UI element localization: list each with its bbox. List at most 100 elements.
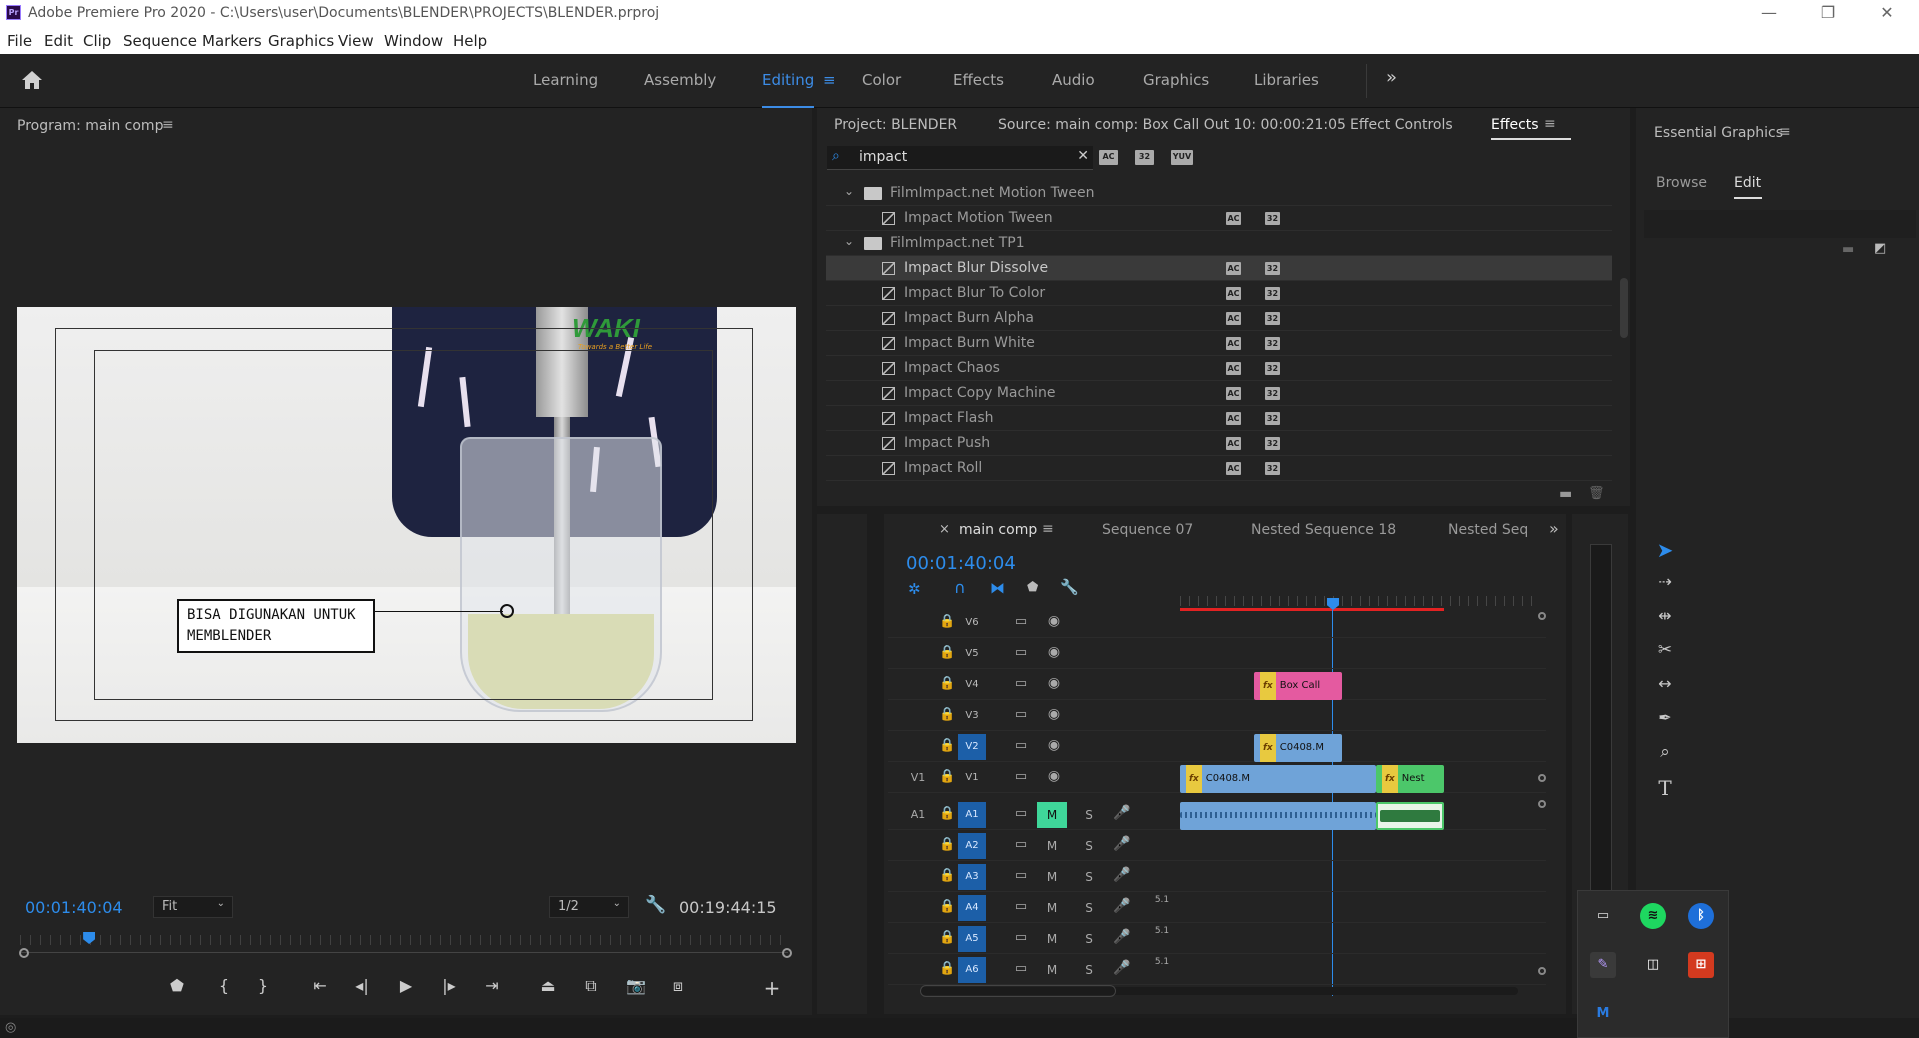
sync-lock-icon[interactable]: ▭ <box>1012 676 1030 691</box>
button-editor-add-icon[interactable]: + <box>760 976 784 1000</box>
lock-icon[interactable]: 🔒 <box>939 961 955 976</box>
audio-track-a4[interactable] <box>888 893 1546 923</box>
timeline-settings-icon[interactable]: 🔧 <box>1060 578 1079 596</box>
lock-icon[interactable]: 🔒 <box>939 614 955 629</box>
eye-icon[interactable]: ◉ <box>1045 644 1063 660</box>
workspace-editing-menu-icon[interactable]: ≡ <box>823 71 836 89</box>
track-select-tool-icon[interactable]: ⇢ <box>1650 572 1680 591</box>
sync-lock-icon[interactable]: ▭ <box>1012 769 1030 784</box>
voice-over-icon[interactable]: 🎤 <box>1113 960 1131 976</box>
play-icon[interactable]: ▶ <box>394 976 418 995</box>
add-marker-icon[interactable]: ⬟ <box>1027 580 1038 595</box>
effect-item[interactable]: Impact Blur Dissolve AC 32 <box>826 256 1612 281</box>
timeline-clip[interactable]: fx C0408.M <box>1180 765 1376 793</box>
effect-item[interactable]: Impact Chaos AC 32 <box>826 356 1612 381</box>
go-to-in-icon[interactable]: ⇤ <box>308 976 332 995</box>
selection-tool-icon[interactable]: ➤ <box>1650 538 1680 562</box>
timeline-menu-icon[interactable]: ≡ <box>1042 521 1054 537</box>
tab-nested-sequence-18[interactable]: Nested Sequence 18 <box>1251 522 1396 538</box>
workspace-graphics[interactable]: Graphics <box>1143 71 1209 89</box>
program-video-frame[interactable]: WAKI Towards a Better Life BISA DIGUNAKA… <box>17 307 796 743</box>
menu-graphics[interactable]: Graphics <box>268 32 334 50</box>
yuv-filter-icon[interactable]: YUV <box>1171 150 1193 165</box>
new-group-icon[interactable]: ▬ <box>1842 242 1854 257</box>
menu-file[interactable]: File <box>7 32 32 50</box>
menu-clip[interactable]: Clip <box>83 32 111 50</box>
slip-tool-icon[interactable]: ↔ <box>1650 674 1680 693</box>
go-to-out-icon[interactable]: ⇥ <box>480 976 504 995</box>
sync-lock-icon[interactable]: ▭ <box>1012 738 1030 753</box>
menu-window[interactable]: Window <box>384 32 443 50</box>
eye-icon[interactable]: ◉ <box>1045 706 1063 722</box>
sync-lock-icon[interactable]: ▭ <box>1012 961 1030 976</box>
new-layer-icon[interactable]: ◩ <box>1874 241 1886 256</box>
tab-edit[interactable]: Edit <box>1734 175 1761 191</box>
tab-project[interactable]: Project: BLENDER <box>834 117 957 133</box>
timeline-clip[interactable]: fx Nest <box>1376 765 1444 793</box>
program-zoom-bar[interactable] <box>20 952 788 953</box>
new-folder-icon[interactable]: ▬ <box>1559 486 1572 502</box>
timeline-timecode[interactable]: 00:01:40:04 <box>906 553 1016 574</box>
timeline-clip[interactable]: fx C0408.M <box>1254 734 1342 762</box>
menu-help[interactable]: Help <box>453 32 487 50</box>
reader-icon[interactable]: ◫ <box>1640 952 1666 978</box>
track-target-v6[interactable]: V6 <box>958 610 986 636</box>
track-target-a2[interactable]: A2 <box>958 833 986 859</box>
workspace-learning[interactable]: Learning <box>533 71 598 89</box>
track-target-a4[interactable]: A4 <box>958 895 986 921</box>
callout-box[interactable]: BISA DIGUNAKAN UNTUK MEMBLENDER <box>177 599 375 653</box>
effects-panel-menu-icon[interactable]: ≡ <box>1544 116 1556 132</box>
tab-browse[interactable]: Browse <box>1656 175 1707 191</box>
step-forward-icon[interactable]: |▸ <box>437 976 461 995</box>
sync-lock-icon[interactable]: ▭ <box>1012 930 1030 945</box>
zoom-tool-icon[interactable]: ⌕ <box>1650 742 1680 762</box>
bluetooth-icon[interactable]: ᛒ <box>1688 903 1714 929</box>
source-patch-label[interactable]: V1 <box>906 771 930 784</box>
comparison-view-icon[interactable]: ⧈ <box>666 976 690 996</box>
mute-button[interactable]: M <box>1037 895 1067 921</box>
mark-in-icon[interactable]: { <box>212 976 236 995</box>
office-icon[interactable]: ⊞ <box>1688 952 1714 978</box>
sync-lock-icon[interactable]: ▭ <box>1012 806 1030 821</box>
restore-icon[interactable]: ❐ <box>1813 3 1843 22</box>
track-target-a6[interactable]: A6 <box>958 957 986 983</box>
track-target-v1[interactable]: V1 <box>958 765 986 791</box>
linked-selection-icon[interactable]: ⧓ <box>990 579 1005 597</box>
solo-button[interactable]: S <box>1080 901 1098 915</box>
razor-tool-icon[interactable]: ✂ <box>1650 640 1680 660</box>
monitor-icon[interactable]: ▭ <box>1590 903 1616 929</box>
solo-button[interactable]: S <box>1080 932 1098 946</box>
h-scrollbar-thumb[interactable] <box>920 985 1116 997</box>
snap-icon[interactable]: ∩ <box>954 578 966 597</box>
zoom-handle-right[interactable] <box>782 948 792 958</box>
tab-source[interactable]: Source: main comp: Box Call Out 10: 00:0… <box>998 117 1346 133</box>
chevron-down-icon[interactable]: ⌄ <box>844 184 854 198</box>
video-track-v4[interactable] <box>888 670 1546 700</box>
menu-markers[interactable]: Markers <box>202 32 262 50</box>
32bit-filter-icon[interactable]: 32 <box>1135 150 1154 165</box>
eye-icon[interactable]: ◉ <box>1045 613 1063 629</box>
program-monitor-title[interactable]: Program: main comp <box>17 118 163 134</box>
solo-button[interactable]: S <box>1080 870 1098 884</box>
resolution-select[interactable]: 1/2 ⌄ <box>549 896 629 918</box>
eye-icon[interactable]: ◉ <box>1045 768 1063 784</box>
sync-lock-icon[interactable]: ▭ <box>1012 837 1030 852</box>
lock-icon[interactable]: 🔒 <box>939 837 955 852</box>
track-target-a5[interactable]: A5 <box>958 926 986 952</box>
track-target-v2[interactable]: V2 <box>958 734 986 760</box>
spotify-icon[interactable]: ≋ <box>1640 903 1666 929</box>
add-marker-icon[interactable]: ⬟ <box>165 976 189 995</box>
effect-item[interactable]: Impact Motion Tween AC 32 <box>826 206 1612 231</box>
solo-button[interactable]: S <box>1080 808 1098 822</box>
lock-icon[interactable]: 🔒 <box>939 899 955 914</box>
eye-icon[interactable]: ◉ <box>1045 675 1063 691</box>
lock-icon[interactable]: 🔒 <box>939 806 955 821</box>
audio-track-a5[interactable] <box>888 924 1546 954</box>
timeline-clip[interactable]: fx Box Call <box>1254 672 1342 700</box>
mute-button[interactable]: M <box>1037 802 1067 828</box>
lock-icon[interactable]: 🔒 <box>939 769 955 784</box>
effect-item[interactable]: Impact Burn Alpha AC 32 <box>826 306 1612 331</box>
audio-track-a6[interactable] <box>888 955 1546 985</box>
mute-button[interactable]: M <box>1037 926 1067 952</box>
m-icon[interactable]: M <box>1590 1001 1616 1027</box>
